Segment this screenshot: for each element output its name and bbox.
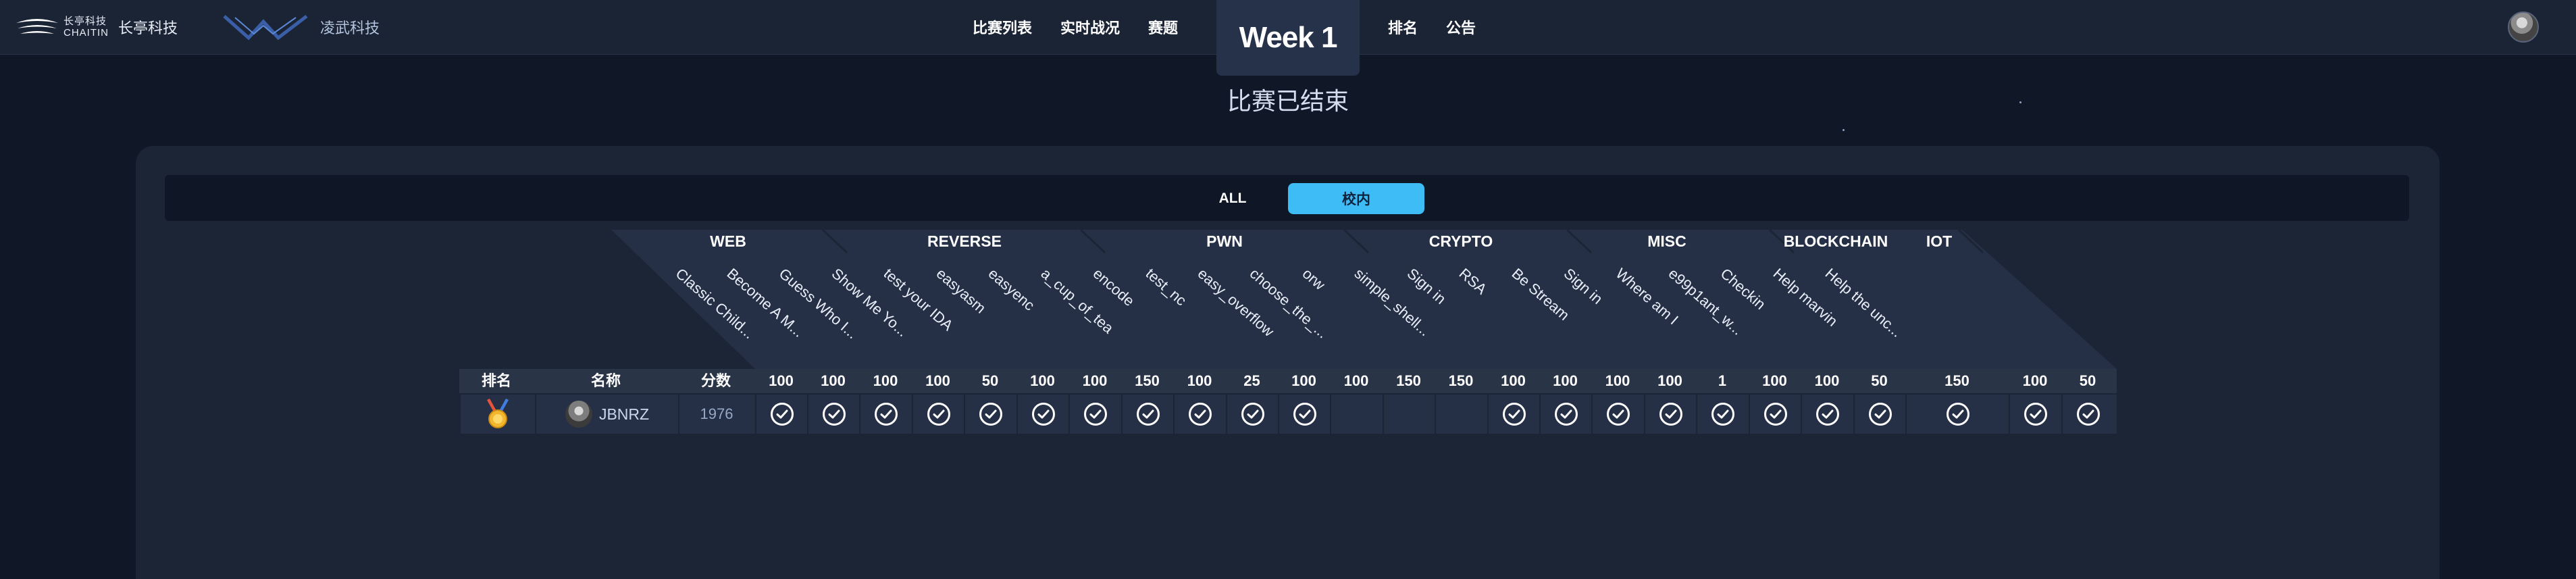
- challenge-points-header: 50: [981, 372, 999, 389]
- solve-cell: [2009, 395, 2061, 434]
- challenge-points-header: 150: [1448, 372, 1474, 389]
- solved-check-icon: [1711, 403, 1734, 426]
- solve-cell: [1330, 395, 1383, 434]
- solve-cell: [1383, 395, 1435, 434]
- category-blockchain[interactable]: BLOCKCHAIN: [1775, 230, 1897, 253]
- challenge-points-header: 100: [769, 372, 794, 389]
- challenge-points-header: 1: [1718, 372, 1727, 389]
- challenge-points-header: 50: [1871, 372, 1888, 389]
- category-reverse[interactable]: REVERSE: [910, 230, 1019, 253]
- challenge-points-header: 100: [1814, 372, 1840, 389]
- solved-check-icon: [770, 403, 794, 426]
- solve-cell: [1749, 395, 1801, 434]
- solved-check-icon: [1084, 403, 1107, 426]
- solved-check-icon: [1031, 403, 1055, 426]
- solved-check-icon: [1293, 403, 1316, 426]
- solved-check-icon: [1607, 403, 1630, 426]
- solved-check-icon: [1502, 403, 1526, 426]
- player-name[interactable]: JBNRZ: [599, 405, 649, 424]
- category-pwn[interactable]: PWN: [1174, 230, 1275, 253]
- challenge-points-header: 100: [1082, 372, 1108, 389]
- solved-check-icon: [1868, 403, 1892, 426]
- solve-cell: [912, 395, 964, 434]
- solve-cell: [1435, 395, 1487, 434]
- solved-check-icon: [1136, 403, 1160, 426]
- category-misc[interactable]: MISC: [1606, 230, 1728, 253]
- solve-cell: [1696, 395, 1749, 434]
- solve-cell: [2061, 395, 2114, 434]
- solved-check-icon: [875, 403, 898, 426]
- challenge-points-header: 100: [1762, 372, 1787, 389]
- solve-cell: [1121, 395, 1173, 434]
- solve-cell: [859, 395, 912, 434]
- solve-cell: [1905, 395, 2009, 434]
- header-score[interactable]: 分数: [678, 369, 754, 393]
- gold-medal-icon: [487, 399, 509, 428]
- solved-check-icon: [927, 403, 950, 426]
- solve-cell: [1226, 395, 1278, 434]
- solve-cell: [1591, 395, 1644, 434]
- solve-cell: [1173, 395, 1226, 434]
- header-name[interactable]: 名称: [535, 369, 677, 393]
- solved-check-icon: [1816, 403, 1839, 426]
- solve-cell: [1539, 395, 1591, 434]
- solved-check-icon: [1763, 403, 1787, 426]
- solved-check-icon: [1241, 403, 1264, 426]
- solved-check-icon: [1189, 403, 1212, 426]
- challenge-points-header: 100: [2022, 372, 2048, 389]
- category-band: [611, 228, 2117, 369]
- player-score: 1976: [700, 405, 733, 422]
- solved-check-icon: [822, 403, 846, 426]
- solved-check-icon: [1554, 403, 1578, 426]
- solve-cell: [1278, 395, 1330, 434]
- challenge-points-header: 100: [1343, 372, 1369, 389]
- challenge-points-header: 100: [821, 372, 846, 389]
- challenge-points-header: 100: [925, 372, 950, 389]
- solve-cell: [1853, 395, 1905, 434]
- challenge-points-header: 150: [1396, 372, 1421, 389]
- category-web[interactable]: WEB: [681, 230, 775, 253]
- score-cell: 1976: [678, 395, 754, 434]
- solve-cell: [1016, 395, 1068, 434]
- solve-cell: [1487, 395, 1539, 434]
- challenge-points-header: 25: [1243, 372, 1260, 389]
- challenge-points-header: 100: [1553, 372, 1578, 389]
- solve-cell: [755, 395, 807, 434]
- challenge-points-header: 150: [1944, 372, 1969, 389]
- name-cell[interactable]: JBNRZ: [535, 395, 678, 434]
- rank-cell: [459, 395, 535, 434]
- solved-check-icon: [1659, 403, 1682, 426]
- solved-check-icon: [2077, 403, 2100, 426]
- solved-check-icon: [979, 403, 1002, 426]
- solved-check-icon: [2024, 403, 2047, 426]
- solve-cell: [1801, 395, 1853, 434]
- challenge-points-header: 100: [873, 372, 898, 389]
- challenge-points-header: 100: [1501, 372, 1526, 389]
- category-crypto[interactable]: CRYPTO: [1397, 230, 1525, 253]
- challenge-points-header: 50: [2079, 372, 2096, 389]
- category-iot[interactable]: IOT: [1922, 230, 1956, 253]
- challenge-points-header: 150: [1135, 372, 1160, 389]
- challenge-points-header: 100: [1291, 372, 1316, 389]
- challenge-points-header: 100: [1657, 372, 1682, 389]
- challenge-points-header: 100: [1187, 372, 1212, 389]
- solve-cell: [964, 395, 1016, 434]
- challenge-points-header: 100: [1605, 372, 1630, 389]
- challenge-points-header: 100: [1030, 372, 1055, 389]
- header-rank[interactable]: 排名: [459, 369, 534, 393]
- solve-cell: [807, 395, 859, 434]
- solve-cell: [1068, 395, 1121, 434]
- player-avatar: [565, 401, 592, 428]
- solved-check-icon: [1946, 403, 1969, 426]
- solve-cell: [1644, 395, 1696, 434]
